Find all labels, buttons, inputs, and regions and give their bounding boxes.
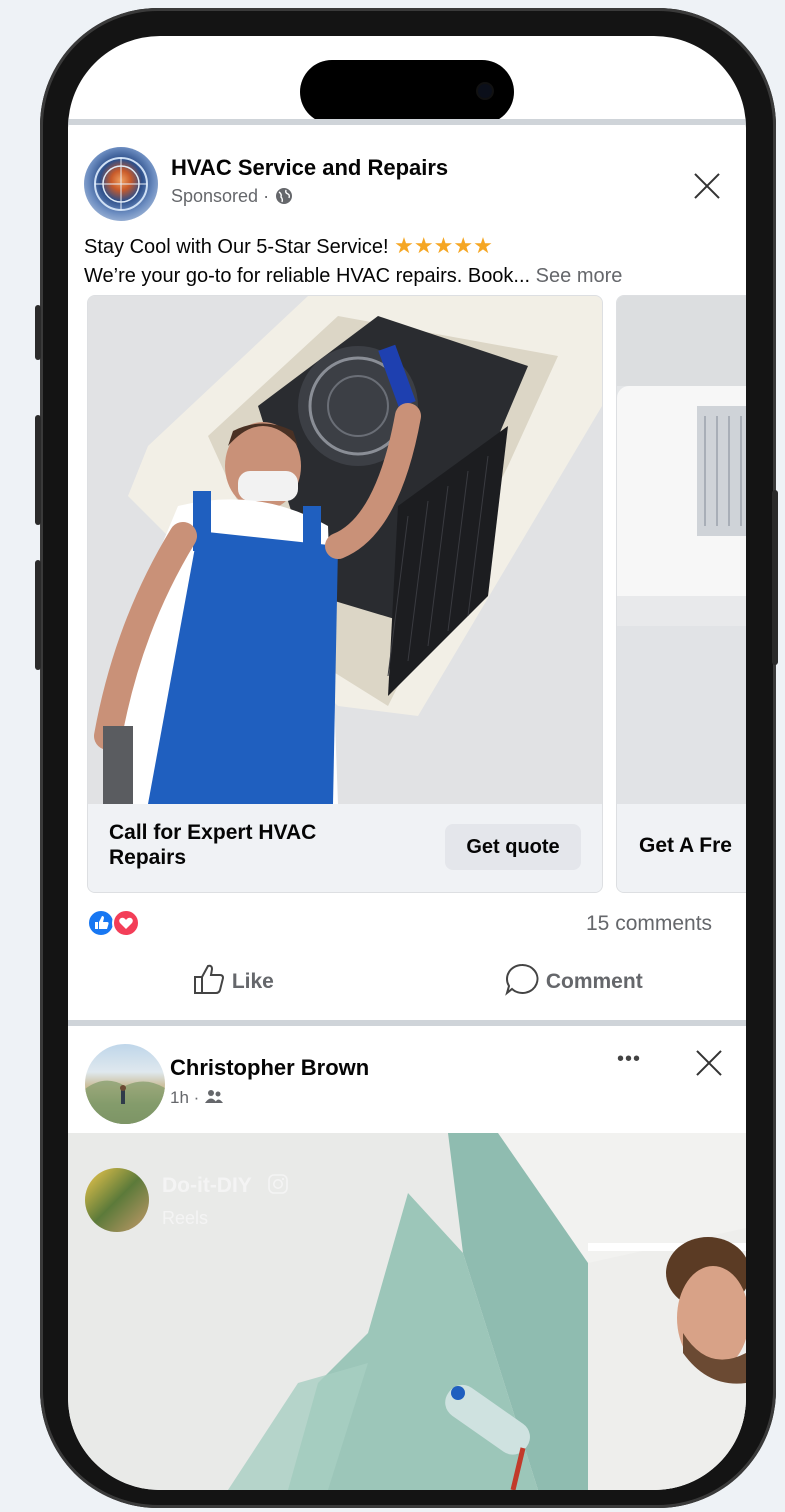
friends-icon — [205, 1090, 224, 1103]
sponsored-post: HVAC Service and Repairs Sponsored · Sta… — [68, 125, 746, 1020]
star-rating: ★★★★★ — [394, 233, 493, 258]
post-time: 1h · — [170, 1088, 200, 1107]
sponsored-meta: Sponsored · — [171, 186, 294, 207]
see-more-link[interactable]: See more — [536, 265, 623, 287]
mute-switch — [35, 305, 41, 360]
close-icon[interactable] — [692, 171, 722, 201]
reaction-icons — [87, 909, 140, 937]
sponsored-label: Sponsored · — [171, 186, 270, 206]
comment-button[interactable]: Comment — [504, 962, 643, 996]
creator-avatar[interactable] — [85, 1168, 149, 1232]
star-icon: ★ — [433, 233, 454, 258]
reel-subtitle: Reels — [162, 1208, 209, 1228]
author-avatar[interactable] — [85, 1044, 165, 1124]
thumbs-up-icon — [194, 964, 225, 994]
reel-creator[interactable]: Do-it-DIY — [162, 1173, 289, 1198]
technician-photo — [88, 296, 602, 804]
power-button — [772, 490, 778, 665]
post-meta: 1h · — [170, 1088, 224, 1108]
star-icon: ★ — [394, 233, 414, 258]
instagram-icon — [268, 1174, 289, 1194]
volume-down-button — [35, 560, 41, 670]
author-name[interactable]: Christopher Brown — [170, 1055, 369, 1081]
friend-post: Christopher Brown 1h · ••• Do-it-DIY Ree… — [68, 1026, 746, 1490]
ad-body: We’re your go-to for reliable HVAC repai… — [84, 265, 622, 288]
like-button[interactable]: Like — [192, 962, 274, 996]
reel-preview[interactable]: Do-it-DIY Reels — [68, 1133, 746, 1490]
star-icon: ★ — [473, 233, 493, 258]
body-text: We’re your go-to for reliable HVAC repai… — [84, 265, 531, 287]
landscape-photo — [85, 1080, 165, 1124]
close-icon[interactable] — [694, 1048, 724, 1078]
air-conditioner-photo — [617, 296, 746, 804]
dynamic-island — [300, 60, 514, 124]
camera-icon — [478, 84, 492, 98]
comment-label: Comment — [545, 970, 643, 993]
carousel-card[interactable]: Get A Fre — [616, 295, 746, 893]
globe-icon — [276, 188, 293, 204]
star-icon: ★ — [413, 233, 434, 258]
creator-name: Do-it-DIY — [162, 1174, 252, 1197]
page-name[interactable]: HVAC Service and Repairs — [171, 155, 448, 181]
headline-text: Stay Cool with Our 5-Star Service! — [84, 236, 389, 258]
ad-headline: Stay Cool with Our 5-Star Service! ★★★★★ — [84, 233, 493, 259]
volume-up-button — [35, 415, 41, 525]
screen: HVAC Service and Repairs Sponsored · Sta… — [68, 36, 746, 1490]
page-avatar[interactable] — [84, 147, 158, 221]
comment-bubble-icon — [505, 963, 539, 996]
reactions[interactable] — [87, 908, 148, 938]
like-label: Like — [231, 970, 274, 993]
card-caption: Get A Fre — [639, 834, 732, 857]
star-icon: ★ — [453, 233, 474, 258]
more-icon[interactable]: ••• — [617, 1048, 641, 1071]
carousel-card[interactable]: Call for Expert HVAC Repairs Get quote — [87, 295, 603, 893]
comments-count[interactable]: 15 comments — [586, 912, 712, 936]
fan-icon — [94, 157, 148, 211]
get-quote-button[interactable]: Get quote — [445, 824, 581, 870]
card-caption: Call for Expert HVAC Repairs — [109, 821, 317, 869]
